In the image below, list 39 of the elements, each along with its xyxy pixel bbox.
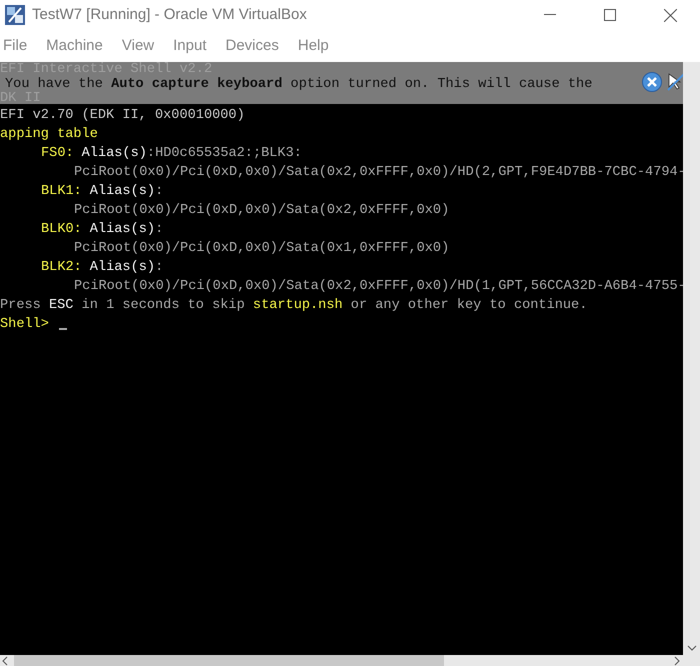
menu-item[interactable]: File bbox=[3, 34, 28, 58]
close-icon[interactable] bbox=[664, 8, 676, 22]
scroll-left-icon[interactable] bbox=[2, 656, 8, 666]
pointer-off-icon[interactable] bbox=[666, 72, 683, 92]
minimize-icon[interactable] bbox=[544, 14, 556, 16]
alias-label: Alias(s) bbox=[90, 221, 156, 239]
alias-list: :HD0c65535a2:;BLK3: bbox=[146, 144, 302, 163]
cursor-icon bbox=[58, 328, 67, 330]
alias-label: Alias(s) bbox=[82, 145, 147, 163]
menu-item[interactable]: Machine bbox=[46, 34, 103, 58]
console-line: EFI v2.70 (EDK II, 0x00010000) bbox=[0, 107, 245, 125]
device-name: BLK2: bbox=[41, 259, 82, 277]
console-line: Press ESC in 1 seconds to skip startup.nsh or any other key to continue. bbox=[0, 297, 588, 315]
horizontal-scrollbar[interactable] bbox=[0, 655, 700, 666]
scrollbar-thumb[interactable] bbox=[14, 655, 444, 666]
device-path: PciRoot(0x0)/Pci(0xD,0x0)/Sata(0x1,0xFFFF,0x0) bbox=[73, 240, 450, 258]
scroll-right-icon[interactable] bbox=[674, 656, 680, 666]
window-title: TestW7 [Running] - Oracle VM VirtualBox bbox=[32, 4, 307, 25]
alias-label: Alias(s) bbox=[90, 183, 156, 201]
scroll-down-icon[interactable] bbox=[686, 645, 696, 651]
vertical-scrollbar[interactable] bbox=[683, 62, 700, 655]
menu-item[interactable]: View bbox=[122, 34, 154, 58]
app-logo-icon bbox=[4, 4, 26, 26]
alias-list: : bbox=[155, 220, 164, 239]
menu-item[interactable]: Help bbox=[298, 34, 329, 58]
shell-prompt: Shell> bbox=[0, 316, 49, 334]
alias-list: : bbox=[155, 258, 164, 277]
device-name: FS0: bbox=[41, 145, 74, 163]
console-heading: apping table bbox=[0, 126, 98, 144]
alias-list: : bbox=[155, 182, 164, 201]
device-path: PciRoot(0x0)/Pci(0xD,0x0)/Sata(0x2,0xFFFF,0x0) bbox=[73, 202, 450, 220]
alias-label: Alias(s) bbox=[90, 259, 156, 277]
menu-item[interactable]: Input bbox=[173, 34, 206, 58]
maximize-icon[interactable] bbox=[604, 9, 616, 21]
device-name: BLK1: bbox=[41, 183, 82, 201]
menu-item[interactable]: Devices bbox=[226, 34, 279, 58]
notification-message: You have the Auto capture keyboard option turned on. This will cause the bbox=[5, 78, 592, 92]
device-name: BLK0: bbox=[41, 221, 82, 239]
close-icon[interactable] bbox=[642, 72, 662, 92]
